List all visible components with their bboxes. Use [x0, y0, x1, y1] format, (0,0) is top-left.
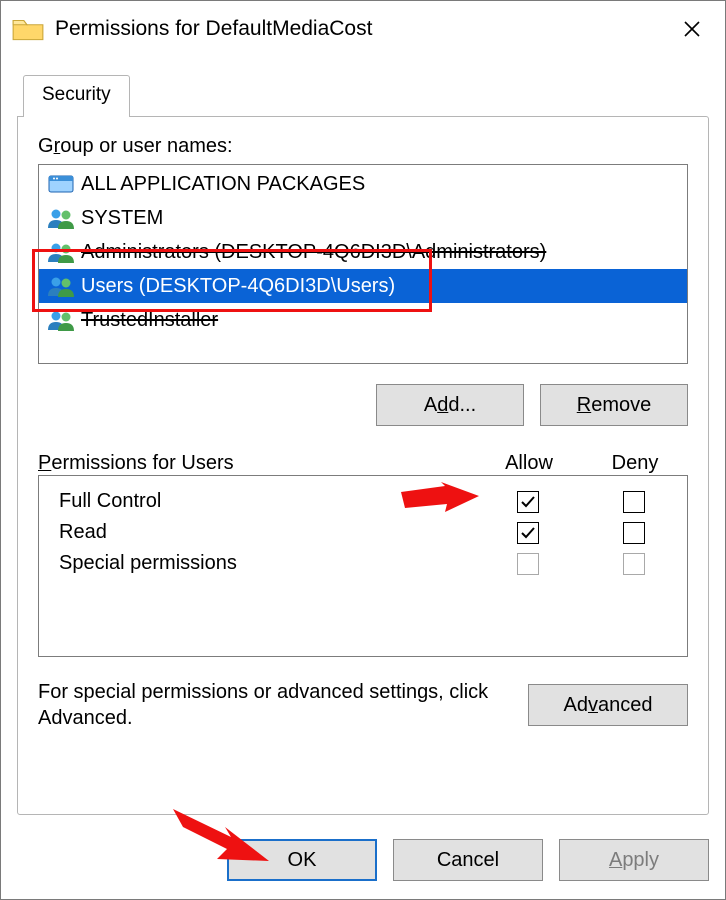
deny-checkbox [623, 553, 645, 575]
allow-checkbox[interactable] [517, 491, 539, 513]
permission-label: Special permissions [59, 552, 475, 575]
remove-button[interactable]: Remove [540, 384, 688, 426]
cancel-button[interactable]: Cancel [393, 839, 543, 881]
add-button[interactable]: Add... [376, 384, 524, 426]
column-deny: Deny [582, 452, 688, 475]
group-icon [47, 240, 75, 264]
principal-label: TrustedInstaller [81, 309, 218, 332]
close-button[interactable] [665, 7, 719, 51]
allow-checkbox [517, 553, 539, 575]
principal-row[interactable]: Administrators (DESKTOP-4Q6DI3D\Administ… [39, 235, 687, 269]
group-icon [47, 274, 75, 298]
window-title: Permissions for DefaultMediaCost [55, 17, 665, 41]
package-icon [47, 172, 75, 196]
permissions-header: Permissions for Users Allow Deny [38, 452, 688, 475]
principal-row[interactable]: TrustedInstaller [39, 303, 687, 337]
principal-row[interactable]: Users (DESKTOP-4Q6DI3D\Users) [39, 269, 687, 303]
permission-label: Read [59, 521, 475, 544]
column-allow: Allow [476, 452, 582, 475]
permission-row: Read [39, 517, 687, 548]
group-icon [47, 206, 75, 230]
permissions-dialog: Permissions for DefaultMediaCost Securit… [0, 0, 726, 900]
apply-button[interactable]: Apply [559, 839, 709, 881]
permission-label: Full Control [59, 490, 475, 513]
principal-row[interactable]: SYSTEM [39, 201, 687, 235]
group-icon [47, 308, 75, 332]
allow-checkbox[interactable] [517, 522, 539, 544]
permission-row: Full Control [39, 486, 687, 517]
principal-label: Users (DESKTOP-4Q6DI3D\Users) [81, 275, 395, 298]
deny-checkbox[interactable] [623, 491, 645, 513]
titlebar: Permissions for DefaultMediaCost [1, 1, 725, 57]
principal-label: ALL APPLICATION PACKAGES [81, 173, 365, 196]
advanced-hint-text: For special permissions or advanced sett… [38, 679, 514, 731]
group-names-label: Group or user names: [38, 135, 688, 158]
tab-security[interactable]: Security [23, 75, 130, 117]
tabstrip: Security [17, 75, 709, 117]
deny-checkbox[interactable] [623, 522, 645, 544]
principal-row[interactable]: ALL APPLICATION PACKAGES [39, 167, 687, 201]
tabpanel-security: Group or user names: ALL APPLICATION PAC… [17, 116, 709, 815]
folder-icon [11, 12, 45, 46]
permission-row: Special permissions [39, 548, 687, 579]
principals-listbox[interactable]: ALL APPLICATION PACKAGES SYSTEM Administra… [38, 164, 688, 364]
advanced-button[interactable]: Advanced [528, 684, 688, 726]
dialog-button-row: OK Cancel Apply [1, 823, 725, 899]
ok-button[interactable]: OK [227, 839, 377, 881]
permissions-list: Full Control Read Special permissions [38, 475, 688, 657]
principal-label: SYSTEM [81, 207, 163, 230]
principal-label: Administrators (DESKTOP-4Q6DI3D\Administ… [81, 241, 546, 264]
dialog-body: Security Group or user names: ALL APPLIC… [1, 57, 725, 823]
